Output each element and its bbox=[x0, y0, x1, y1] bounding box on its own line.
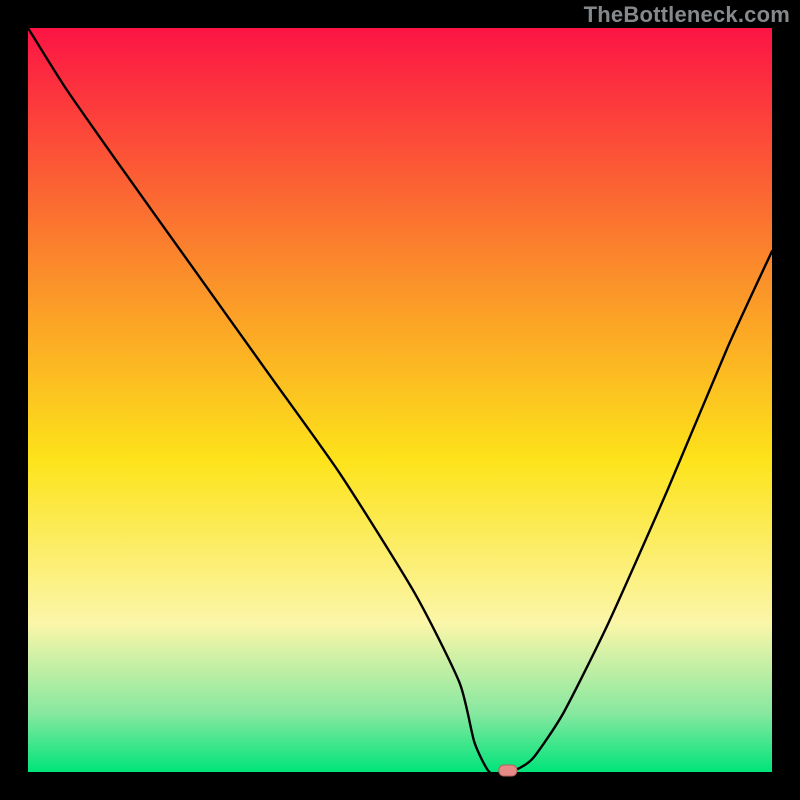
minimum-marker bbox=[499, 765, 517, 776]
bottleneck-chart bbox=[0, 0, 800, 800]
watermark-text: TheBottleneck.com bbox=[584, 2, 790, 28]
plot-area bbox=[28, 28, 772, 772]
chart-container: TheBottleneck.com bbox=[0, 0, 800, 800]
